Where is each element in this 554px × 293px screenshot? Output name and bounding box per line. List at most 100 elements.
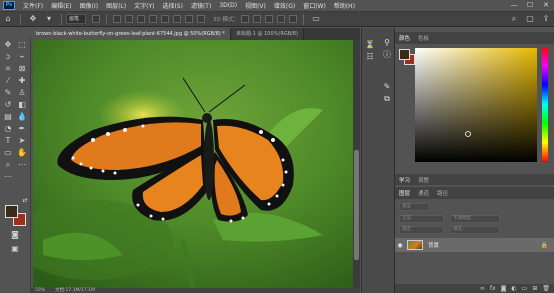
shape-tool-icon[interactable]: ▭ <box>3 148 13 158</box>
blur-tool-icon[interactable]: 💧 <box>17 112 27 122</box>
type-tool-icon[interactable]: T <box>3 136 13 146</box>
eraser-tool-icon[interactable]: ◧ <box>17 100 27 110</box>
menu-layer[interactable]: 图层(L) <box>102 1 130 10</box>
tab-swatches[interactable]: 色板 <box>414 34 433 42</box>
3d-orbit-icon[interactable] <box>240 15 249 23</box>
mask-icon[interactable]: ◙ <box>501 285 507 292</box>
tab-color[interactable]: 颜色 <box>395 34 414 42</box>
align-middle-icon[interactable] <box>161 15 169 23</box>
menu-type[interactable]: 文字(Y) <box>130 1 158 10</box>
more-tools-icon[interactable]: ⋯ <box>17 160 27 170</box>
layer-thumbnail <box>407 240 423 250</box>
align-top-icon[interactable] <box>149 15 157 23</box>
tab-layers[interactable]: 图层 <box>395 189 414 197</box>
trash-icon[interactable]: 🗑 <box>542 285 550 292</box>
tab-channels[interactable]: 通道 <box>414 189 433 197</box>
menu-select[interactable]: 选择(S) <box>158 1 187 10</box>
fill-field[interactable]: 填充： <box>450 226 500 234</box>
menu-image[interactable]: 图像(I) <box>76 1 102 10</box>
eyedropper-tool-icon[interactable]: ⁄ <box>3 76 13 86</box>
3d-slide-icon[interactable] <box>276 15 285 23</box>
vertical-scrollbar[interactable] <box>353 40 360 288</box>
clone-panel-icon[interactable]: ⧉ <box>382 94 392 104</box>
align-right-icon[interactable] <box>137 15 145 23</box>
dodge-tool-icon[interactable]: ◔ <box>3 124 13 134</box>
3d-pan-icon[interactable] <box>264 15 273 23</box>
layer-filter-search[interactable]: 类型 <box>399 203 429 211</box>
more-options-icon[interactable] <box>197 15 205 23</box>
align-bottom-icon[interactable] <box>173 15 181 23</box>
history-panel-icon[interactable]: ⌛ <box>365 40 375 50</box>
document-canvas[interactable] <box>33 40 353 288</box>
auto-select-dropdown[interactable]: 画笔 <box>66 14 86 24</box>
close-button[interactable]: ✕ <box>538 0 554 11</box>
history-brush-tool-icon[interactable]: ↺ <box>3 100 13 110</box>
menu-edit[interactable]: 编辑(E) <box>47 1 75 10</box>
stamp-tool-icon[interactable]: ♙ <box>17 88 27 98</box>
tab-paths[interactable]: 路径 <box>433 189 452 197</box>
edit-toolbar-icon[interactable]: ⋯ <box>3 172 13 182</box>
marquee-tool-icon[interactable]: ⬚ <box>17 40 27 50</box>
path-select-tool-icon[interactable]: ➤ <box>17 136 27 146</box>
home-icon[interactable]: ⌂ <box>2 13 14 25</box>
search-icon[interactable]: ⌕ <box>508 13 520 25</box>
link-icon[interactable]: ∞ <box>480 285 485 292</box>
transform-controls-checkbox[interactable] <box>92 15 100 23</box>
crop-tool-icon[interactable]: ⌗ <box>3 64 13 74</box>
menu-help[interactable]: 帮助(H) <box>330 1 359 10</box>
brush-tool-icon[interactable]: ✎ <box>3 88 13 98</box>
menu-file[interactable]: 文件(F) <box>19 1 47 10</box>
move-tool-icon[interactable]: ✥ <box>3 40 13 50</box>
screen-mode-icon[interactable]: ▣ <box>10 244 20 254</box>
video-icon[interactable]: ▭ <box>310 13 322 25</box>
scrollbar-thumb[interactable] <box>354 150 359 260</box>
color-picker-field[interactable] <box>415 48 537 162</box>
adjust-panel-icon[interactable]: ⚲ <box>382 38 392 48</box>
minimize-button[interactable]: — <box>506 0 522 11</box>
workspace-icon[interactable]: ▢ <box>524 13 536 25</box>
align-center-icon[interactable] <box>125 15 133 23</box>
chevron-down-icon[interactable]: ▾ <box>43 13 55 25</box>
quick-mask-icon[interactable]: ◙ <box>10 230 20 240</box>
3d-scale-icon[interactable] <box>288 15 297 23</box>
blend-mode-select[interactable]: 正常 <box>399 215 444 223</box>
healing-brush-tool-icon[interactable]: ✚ <box>17 76 27 86</box>
swap-colors-icon[interactable]: ⇄ <box>20 196 30 206</box>
pen-tool-icon[interactable]: ✒ <box>17 124 27 134</box>
tab-adjustments[interactable]: 调整 <box>414 176 433 184</box>
frame-tool-icon[interactable]: ⊠ <box>17 64 27 74</box>
hue-slider[interactable] <box>542 47 548 162</box>
menu-plugins[interactable]: 增效(G) <box>270 1 299 10</box>
new-layer-icon[interactable]: ⊞ <box>532 285 537 292</box>
distribute-icon[interactable] <box>185 15 193 23</box>
properties-panel-icon[interactable]: ☷ <box>365 52 375 62</box>
brush-panel-icon[interactable]: ✎ <box>382 82 392 92</box>
share-icon[interactable]: ⇪ <box>540 13 552 25</box>
menu-filter[interactable]: 滤镜(T) <box>187 1 215 10</box>
lasso-tool-icon[interactable]: ↄ <box>3 52 13 62</box>
info-panel-icon[interactable]: ⓘ <box>382 50 392 60</box>
maximize-button[interactable]: ☐ <box>522 0 538 11</box>
fx-icon[interactable]: fx <box>490 285 496 292</box>
foreground-color-swatch[interactable] <box>5 205 18 218</box>
tab-learn[interactable]: 学习 <box>395 176 414 184</box>
move-tool-icon[interactable]: ✥ <box>27 13 39 25</box>
zoom-level[interactable]: 50% <box>35 288 45 293</box>
panel-foreground-swatch[interactable] <box>399 49 410 60</box>
menu-3d[interactable]: 3D(D) <box>215 2 241 9</box>
menu-window[interactable]: 窗口(W) <box>299 1 330 10</box>
hand-tool-icon[interactable]: ✋ <box>17 148 27 158</box>
menu-view[interactable]: 视图(V) <box>241 1 270 10</box>
layer-row[interactable]: ◉ 背景 🔒 <box>395 238 554 252</box>
opacity-field[interactable]: 不透明度： <box>450 215 500 223</box>
gradient-tool-icon[interactable]: ▤ <box>3 112 13 122</box>
tab-untitled-document[interactable]: 未标题-1 @ 100%(RGB/8) <box>230 28 304 40</box>
eye-icon[interactable]: ◉ <box>395 242 405 249</box>
tab-butterfly-document[interactable]: brown-black-white-butterfly-on-green-lea… <box>31 28 231 40</box>
3d-roll-icon[interactable] <box>252 15 261 23</box>
align-left-icon[interactable] <box>113 15 121 23</box>
quick-select-tool-icon[interactable]: ⌁ <box>17 52 27 62</box>
adjustment-layer-icon[interactable]: ◐ <box>511 285 516 292</box>
group-icon[interactable]: ▭ <box>522 285 528 292</box>
zoom-tool-icon[interactable]: ⌕ <box>3 160 13 170</box>
